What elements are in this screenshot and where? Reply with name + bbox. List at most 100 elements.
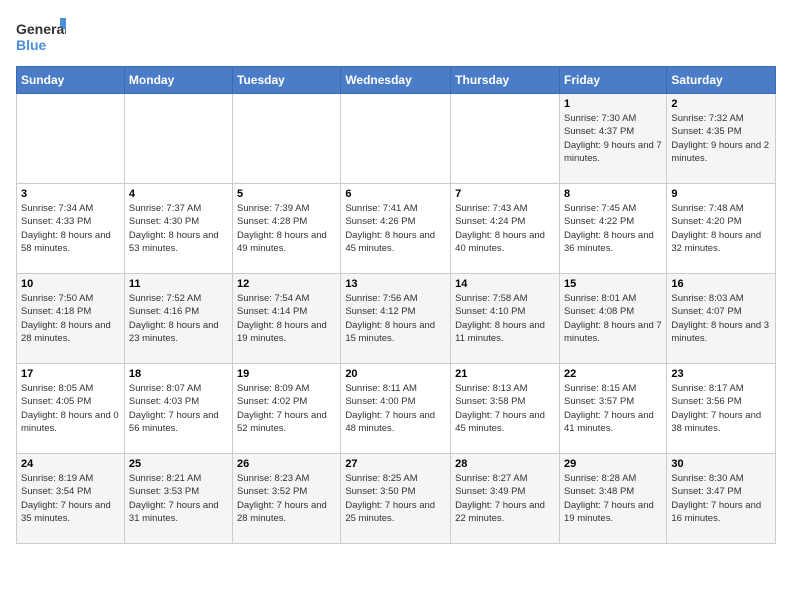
calendar-cell: 27 Sunrise: 8:25 AM Sunset: 3:50 PM Dayli…	[341, 454, 451, 544]
col-thursday: Thursday	[451, 67, 560, 94]
day-info: Sunrise: 7:32 AM Sunset: 4:35 PM Dayligh…	[671, 112, 771, 165]
calendar-cell: 14 Sunrise: 7:58 AM Sunset: 4:10 PM Dayli…	[451, 274, 560, 364]
calendar-cell: 30 Sunrise: 8:30 AM Sunset: 3:47 PM Dayli…	[667, 454, 776, 544]
day-info: Sunrise: 8:17 AM Sunset: 3:56 PM Dayligh…	[671, 382, 771, 435]
day-info: Sunrise: 7:48 AM Sunset: 4:20 PM Dayligh…	[671, 202, 771, 255]
calendar-cell: 23 Sunrise: 8:17 AM Sunset: 3:56 PM Dayli…	[667, 364, 776, 454]
col-sunday: Sunday	[17, 67, 125, 94]
calendar-cell: 25 Sunrise: 8:21 AM Sunset: 3:53 PM Dayli…	[124, 454, 232, 544]
col-tuesday: Tuesday	[233, 67, 341, 94]
day-info: Sunrise: 8:28 AM Sunset: 3:48 PM Dayligh…	[564, 472, 662, 525]
day-info: Sunrise: 8:19 AM Sunset: 3:54 PM Dayligh…	[21, 472, 120, 525]
day-number: 17	[21, 368, 120, 380]
day-info: Sunrise: 7:52 AM Sunset: 4:16 PM Dayligh…	[129, 292, 228, 345]
day-number: 19	[237, 368, 336, 380]
day-info: Sunrise: 8:23 AM Sunset: 3:52 PM Dayligh…	[237, 472, 336, 525]
calendar-cell: 8 Sunrise: 7:45 AM Sunset: 4:22 PM Daylig…	[559, 184, 666, 274]
calendar-cell: 1 Sunrise: 7:30 AM Sunset: 4:37 PM Daylig…	[559, 94, 666, 184]
calendar-cell: 15 Sunrise: 8:01 AM Sunset: 4:08 PM Dayli…	[559, 274, 666, 364]
calendar-week-1: 1 Sunrise: 7:30 AM Sunset: 4:37 PM Daylig…	[17, 94, 776, 184]
day-info: Sunrise: 8:01 AM Sunset: 4:08 PM Dayligh…	[564, 292, 662, 345]
calendar-cell	[17, 94, 125, 184]
day-info: Sunrise: 7:54 AM Sunset: 4:14 PM Dayligh…	[237, 292, 336, 345]
day-info: Sunrise: 7:45 AM Sunset: 4:22 PM Dayligh…	[564, 202, 662, 255]
day-info: Sunrise: 8:05 AM Sunset: 4:05 PM Dayligh…	[21, 382, 120, 435]
calendar-cell: 3 Sunrise: 7:34 AM Sunset: 4:33 PM Daylig…	[17, 184, 125, 274]
day-number: 1	[564, 98, 662, 110]
calendar-cell: 6 Sunrise: 7:41 AM Sunset: 4:26 PM Daylig…	[341, 184, 451, 274]
calendar-cell	[124, 94, 232, 184]
day-number: 24	[21, 458, 120, 470]
calendar-cell	[233, 94, 341, 184]
calendar-cell: 11 Sunrise: 7:52 AM Sunset: 4:16 PM Dayli…	[124, 274, 232, 364]
calendar-cell: 9 Sunrise: 7:48 AM Sunset: 4:20 PM Daylig…	[667, 184, 776, 274]
day-number: 13	[345, 278, 446, 290]
calendar-body: 1 Sunrise: 7:30 AM Sunset: 4:37 PM Daylig…	[17, 94, 776, 544]
day-number: 20	[345, 368, 446, 380]
day-info: Sunrise: 8:30 AM Sunset: 3:47 PM Dayligh…	[671, 472, 771, 525]
calendar-week-5: 24 Sunrise: 8:19 AM Sunset: 3:54 PM Dayli…	[17, 454, 776, 544]
day-info: Sunrise: 7:43 AM Sunset: 4:24 PM Dayligh…	[455, 202, 555, 255]
day-number: 3	[21, 188, 120, 200]
day-info: Sunrise: 7:58 AM Sunset: 4:10 PM Dayligh…	[455, 292, 555, 345]
day-number: 15	[564, 278, 662, 290]
day-number: 27	[345, 458, 446, 470]
calendar-cell: 19 Sunrise: 8:09 AM Sunset: 4:02 PM Dayli…	[233, 364, 341, 454]
day-info: Sunrise: 7:34 AM Sunset: 4:33 PM Dayligh…	[21, 202, 120, 255]
header-row: Sunday Monday Tuesday Wednesday Thursday…	[17, 67, 776, 94]
col-saturday: Saturday	[667, 67, 776, 94]
calendar-table: Sunday Monday Tuesday Wednesday Thursday…	[16, 66, 776, 544]
calendar-cell: 28 Sunrise: 8:27 AM Sunset: 3:49 PM Dayli…	[451, 454, 560, 544]
calendar-cell: 4Sunrise: 7:37 AM Sunset: 4:30 PM Daylig…	[124, 184, 232, 274]
day-info: Sunrise: 8:15 AM Sunset: 3:57 PM Dayligh…	[564, 382, 662, 435]
calendar-cell: 26 Sunrise: 8:23 AM Sunset: 3:52 PM Dayli…	[233, 454, 341, 544]
day-number: 14	[455, 278, 555, 290]
calendar-cell	[451, 94, 560, 184]
calendar-cell: 17 Sunrise: 8:05 AM Sunset: 4:05 PM Dayli…	[17, 364, 125, 454]
day-number: 25	[129, 458, 228, 470]
calendar-cell: 5Sunrise: 7:39 AM Sunset: 4:28 PM Daylig…	[233, 184, 341, 274]
day-number: 16	[671, 278, 771, 290]
calendar-cell	[341, 94, 451, 184]
day-number: 8	[564, 188, 662, 200]
day-number: 23	[671, 368, 771, 380]
day-info: Sunrise: 8:21 AM Sunset: 3:53 PM Dayligh…	[129, 472, 228, 525]
calendar-week-3: 10 Sunrise: 7:50 AM Sunset: 4:18 PM Dayli…	[17, 274, 776, 364]
calendar-cell: 2Sunrise: 7:32 AM Sunset: 4:35 PM Daylig…	[667, 94, 776, 184]
calendar-cell: 13 Sunrise: 7:56 AM Sunset: 4:12 PM Dayli…	[341, 274, 451, 364]
svg-text:Blue: Blue	[16, 37, 47, 53]
day-number: 29	[564, 458, 662, 470]
day-number: 9	[671, 188, 771, 200]
calendar-cell: 7Sunrise: 7:43 AM Sunset: 4:24 PM Daylig…	[451, 184, 560, 274]
day-info: Sunrise: 7:39 AM Sunset: 4:28 PM Dayligh…	[237, 202, 336, 255]
day-number: 18	[129, 368, 228, 380]
day-number: 11	[129, 278, 228, 290]
day-info: Sunrise: 7:30 AM Sunset: 4:37 PM Dayligh…	[564, 112, 662, 165]
col-monday: Monday	[124, 67, 232, 94]
calendar-cell: 16 Sunrise: 8:03 AM Sunset: 4:07 PM Dayli…	[667, 274, 776, 364]
day-number: 30	[671, 458, 771, 470]
day-number: 26	[237, 458, 336, 470]
day-info: Sunrise: 8:11 AM Sunset: 4:00 PM Dayligh…	[345, 382, 446, 435]
day-info: Sunrise: 8:25 AM Sunset: 3:50 PM Dayligh…	[345, 472, 446, 525]
col-wednesday: Wednesday	[341, 67, 451, 94]
day-number: 21	[455, 368, 555, 380]
day-number: 10	[21, 278, 120, 290]
calendar-cell: 12Sunrise: 7:54 AM Sunset: 4:14 PM Dayli…	[233, 274, 341, 364]
day-info: Sunrise: 8:27 AM Sunset: 3:49 PM Dayligh…	[455, 472, 555, 525]
day-number: 28	[455, 458, 555, 470]
calendar-cell: 10 Sunrise: 7:50 AM Sunset: 4:18 PM Dayli…	[17, 274, 125, 364]
col-friday: Friday	[559, 67, 666, 94]
calendar-cell: 20 Sunrise: 8:11 AM Sunset: 4:00 PM Dayli…	[341, 364, 451, 454]
day-info: Sunrise: 7:41 AM Sunset: 4:26 PM Dayligh…	[345, 202, 446, 255]
day-number: 22	[564, 368, 662, 380]
day-number: 6	[345, 188, 446, 200]
calendar-cell: 24 Sunrise: 8:19 AM Sunset: 3:54 PM Dayli…	[17, 454, 125, 544]
day-info: Sunrise: 8:07 AM Sunset: 4:03 PM Dayligh…	[129, 382, 228, 435]
day-info: Sunrise: 7:50 AM Sunset: 4:18 PM Dayligh…	[21, 292, 120, 345]
day-info: Sunrise: 7:56 AM Sunset: 4:12 PM Dayligh…	[345, 292, 446, 345]
day-info: Sunrise: 8:03 AM Sunset: 4:07 PM Dayligh…	[671, 292, 771, 345]
day-info: Sunrise: 7:37 AM Sunset: 4:30 PM Dayligh…	[129, 202, 228, 255]
logo-svg: General Blue	[16, 16, 66, 58]
day-info: Sunrise: 8:09 AM Sunset: 4:02 PM Dayligh…	[237, 382, 336, 435]
